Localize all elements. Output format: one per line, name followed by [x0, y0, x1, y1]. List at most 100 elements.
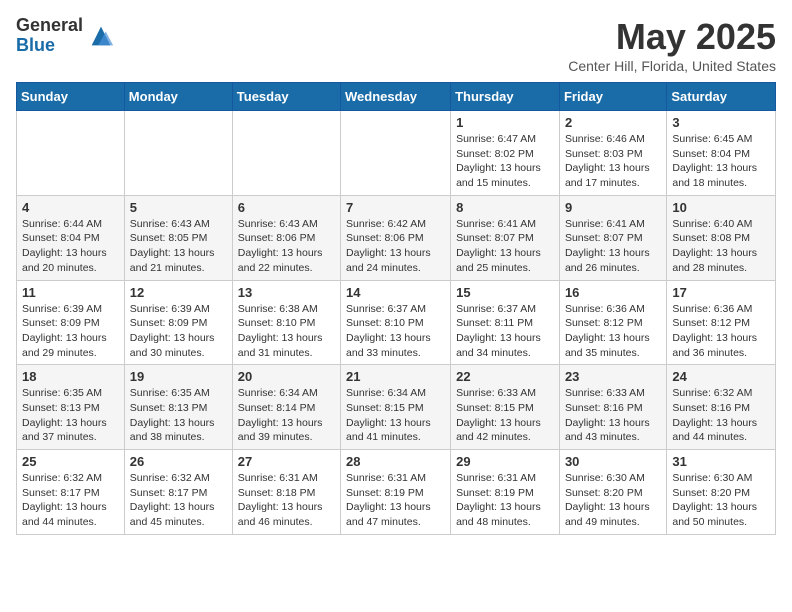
calendar-cell: 22 Sunrise: 6:33 AM Sunset: 8:15 PM Dayli…	[451, 365, 560, 450]
day-info: Sunrise: 6:47 AM Sunset: 8:02 PM Dayligh…	[456, 132, 554, 191]
calendar-header: SundayMondayTuesdayWednesdayThursdayFrid…	[17, 83, 776, 111]
day-number: 17	[672, 285, 770, 300]
day-number: 13	[238, 285, 335, 300]
logo-blue: Blue	[16, 36, 83, 56]
calendar-cell: 23 Sunrise: 6:33 AM Sunset: 8:16 PM Dayli…	[559, 365, 666, 450]
day-number: 10	[672, 200, 770, 215]
calendar-cell: 9 Sunrise: 6:41 AM Sunset: 8:07 PM Daylig…	[559, 195, 666, 280]
day-number: 5	[130, 200, 227, 215]
day-number: 31	[672, 454, 770, 469]
day-info: Sunrise: 6:32 AM Sunset: 8:17 PM Dayligh…	[22, 471, 119, 530]
day-info: Sunrise: 6:35 AM Sunset: 8:13 PM Dayligh…	[130, 386, 227, 445]
day-info: Sunrise: 6:37 AM Sunset: 8:10 PM Dayligh…	[346, 302, 445, 361]
calendar-cell: 20Sunrise: 6:34 AM Sunset: 8:14 PM Dayli…	[232, 365, 340, 450]
calendar-cell: 27Sunrise: 6:31 AM Sunset: 8:18 PM Dayli…	[232, 450, 340, 535]
day-info: Sunrise: 6:42 AM Sunset: 8:06 PM Dayligh…	[346, 217, 445, 276]
day-info: Sunrise: 6:45 AM Sunset: 8:04 PM Dayligh…	[672, 132, 770, 191]
day-number: 1	[456, 115, 554, 130]
day-info: Sunrise: 6:33 AM Sunset: 8:16 PM Dayligh…	[565, 386, 661, 445]
calendar-body: 1 Sunrise: 6:47 AM Sunset: 8:02 PM Daylig…	[17, 111, 776, 535]
page-header: General Blue May 2025 Center Hill, Flori…	[16, 16, 776, 74]
day-info: Sunrise: 6:31 AM Sunset: 8:19 PM Dayligh…	[456, 471, 554, 530]
day-number: 3	[672, 115, 770, 130]
day-info: Sunrise: 6:32 AM Sunset: 8:16 PM Dayligh…	[672, 386, 770, 445]
calendar-cell: 21Sunrise: 6:34 AM Sunset: 8:15 PM Dayli…	[341, 365, 451, 450]
day-number: 4	[22, 200, 119, 215]
day-info: Sunrise: 6:32 AM Sunset: 8:17 PM Dayligh…	[130, 471, 227, 530]
day-header: Friday	[559, 83, 666, 111]
calendar-cell: 7Sunrise: 6:42 AM Sunset: 8:06 PM Daylig…	[341, 195, 451, 280]
calendar-cell: 28 Sunrise: 6:31 AM Sunset: 8:19 PM Dayli…	[341, 450, 451, 535]
calendar-week-row: 1 Sunrise: 6:47 AM Sunset: 8:02 PM Daylig…	[17, 111, 776, 196]
calendar-cell: 10 Sunrise: 6:40 AM Sunset: 8:08 PM Dayli…	[667, 195, 776, 280]
calendar-cell: 17Sunrise: 6:36 AM Sunset: 8:12 PM Dayli…	[667, 280, 776, 365]
calendar-cell: 16 Sunrise: 6:36 AM Sunset: 8:12 PM Dayli…	[559, 280, 666, 365]
day-number: 2	[565, 115, 661, 130]
day-info: Sunrise: 6:46 AM Sunset: 8:03 PM Dayligh…	[565, 132, 661, 191]
day-number: 27	[238, 454, 335, 469]
day-number: 6	[238, 200, 335, 215]
calendar-week-row: 4 Sunrise: 6:44 AM Sunset: 8:04 PM Daylig…	[17, 195, 776, 280]
day-info: Sunrise: 6:31 AM Sunset: 8:19 PM Dayligh…	[346, 471, 445, 530]
calendar-cell	[124, 111, 232, 196]
day-info: Sunrise: 6:41 AM Sunset: 8:07 PM Dayligh…	[456, 217, 554, 276]
day-number: 24	[672, 369, 770, 384]
day-info: Sunrise: 6:33 AM Sunset: 8:15 PM Dayligh…	[456, 386, 554, 445]
day-number: 8	[456, 200, 554, 215]
day-info: Sunrise: 6:44 AM Sunset: 8:04 PM Dayligh…	[22, 217, 119, 276]
day-info: Sunrise: 6:43 AM Sunset: 8:05 PM Dayligh…	[130, 217, 227, 276]
month-title: May 2025	[568, 16, 776, 58]
calendar-cell: 31 Sunrise: 6:30 AM Sunset: 8:20 PM Dayli…	[667, 450, 776, 535]
day-info: Sunrise: 6:41 AM Sunset: 8:07 PM Dayligh…	[565, 217, 661, 276]
day-number: 22	[456, 369, 554, 384]
day-number: 20	[238, 369, 335, 384]
logo: General Blue	[16, 16, 115, 56]
day-number: 19	[130, 369, 227, 384]
day-header: Sunday	[17, 83, 125, 111]
day-info: Sunrise: 6:43 AM Sunset: 8:06 PM Dayligh…	[238, 217, 335, 276]
calendar-cell: 6 Sunrise: 6:43 AM Sunset: 8:06 PM Daylig…	[232, 195, 340, 280]
day-number: 11	[22, 285, 119, 300]
calendar-cell: 5 Sunrise: 6:43 AM Sunset: 8:05 PM Daylig…	[124, 195, 232, 280]
calendar-cell: 18Sunrise: 6:35 AM Sunset: 8:13 PM Dayli…	[17, 365, 125, 450]
day-info: Sunrise: 6:30 AM Sunset: 8:20 PM Dayligh…	[672, 471, 770, 530]
day-number: 9	[565, 200, 661, 215]
calendar-cell	[17, 111, 125, 196]
day-number: 21	[346, 369, 445, 384]
day-number: 26	[130, 454, 227, 469]
calendar-week-row: 11 Sunrise: 6:39 AM Sunset: 8:09 PM Dayli…	[17, 280, 776, 365]
logo-text: General Blue	[16, 16, 83, 56]
calendar-cell	[341, 111, 451, 196]
calendar-cell: 26 Sunrise: 6:32 AM Sunset: 8:17 PM Dayli…	[124, 450, 232, 535]
day-number: 28	[346, 454, 445, 469]
calendar-week-row: 25Sunrise: 6:32 AM Sunset: 8:17 PM Dayli…	[17, 450, 776, 535]
calendar-cell: 4 Sunrise: 6:44 AM Sunset: 8:04 PM Daylig…	[17, 195, 125, 280]
calendar-cell: 11Sunrise: 6:39 AM Sunset: 8:09 PM Dayli…	[17, 280, 125, 365]
day-info: Sunrise: 6:30 AM Sunset: 8:20 PM Dayligh…	[565, 471, 661, 530]
title-area: May 2025 Center Hill, Florida, United St…	[568, 16, 776, 74]
day-header: Saturday	[667, 83, 776, 111]
logo-icon	[87, 22, 115, 50]
day-info: Sunrise: 6:40 AM Sunset: 8:08 PM Dayligh…	[672, 217, 770, 276]
day-info: Sunrise: 6:37 AM Sunset: 8:11 PM Dayligh…	[456, 302, 554, 361]
day-number: 12	[130, 285, 227, 300]
day-number: 29	[456, 454, 554, 469]
calendar-cell: 12 Sunrise: 6:39 AM Sunset: 8:09 PM Dayli…	[124, 280, 232, 365]
calendar-cell: 1 Sunrise: 6:47 AM Sunset: 8:02 PM Daylig…	[451, 111, 560, 196]
day-info: Sunrise: 6:35 AM Sunset: 8:13 PM Dayligh…	[22, 386, 119, 445]
day-header: Thursday	[451, 83, 560, 111]
calendar-cell: 14 Sunrise: 6:37 AM Sunset: 8:10 PM Dayli…	[341, 280, 451, 365]
day-info: Sunrise: 6:36 AM Sunset: 8:12 PM Dayligh…	[565, 302, 661, 361]
day-info: Sunrise: 6:39 AM Sunset: 8:09 PM Dayligh…	[130, 302, 227, 361]
calendar-cell: 19 Sunrise: 6:35 AM Sunset: 8:13 PM Dayli…	[124, 365, 232, 450]
day-number: 14	[346, 285, 445, 300]
day-info: Sunrise: 6:38 AM Sunset: 8:10 PM Dayligh…	[238, 302, 335, 361]
day-number: 16	[565, 285, 661, 300]
day-header: Monday	[124, 83, 232, 111]
calendar-cell: 8 Sunrise: 6:41 AM Sunset: 8:07 PM Daylig…	[451, 195, 560, 280]
header-row: SundayMondayTuesdayWednesdayThursdayFrid…	[17, 83, 776, 111]
calendar-cell: 2 Sunrise: 6:46 AM Sunset: 8:03 PM Daylig…	[559, 111, 666, 196]
day-number: 23	[565, 369, 661, 384]
calendar-cell: 24 Sunrise: 6:32 AM Sunset: 8:16 PM Dayli…	[667, 365, 776, 450]
calendar-cell: 30Sunrise: 6:30 AM Sunset: 8:20 PM Dayli…	[559, 450, 666, 535]
